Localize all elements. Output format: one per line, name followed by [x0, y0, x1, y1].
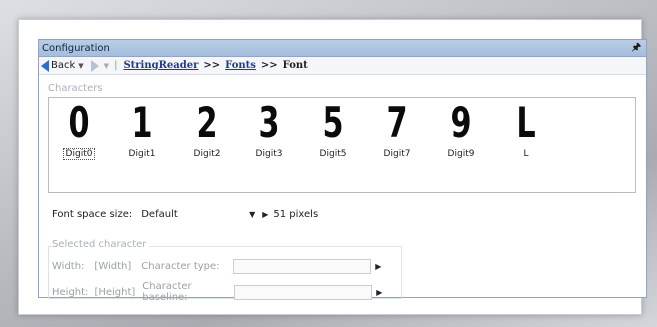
character-label: Digit7	[383, 149, 411, 159]
selected-character-caption: Selected character	[52, 239, 150, 250]
character-type-field[interactable]	[233, 259, 372, 274]
navigation-bar: Back ▼ ▼ | StringReader >> Fonts >> Font	[39, 57, 646, 75]
height-row: Height: [Height] Character baseline: ▶	[52, 281, 387, 303]
character-glyph: 5	[322, 98, 344, 147]
pin-icon[interactable]: 🖈	[632, 40, 641, 57]
width-row: Width: [Width] Character type: ▶	[52, 259, 386, 274]
character-baseline-label: Character baseline:	[142, 281, 192, 303]
character-glyph: 0	[68, 98, 90, 147]
window-frame: Configuration 🖈 Back ▼ ▼ | StringReader >…	[18, 19, 647, 315]
configuration-panel: Configuration 🖈 Back ▼ ▼ | StringReader >…	[38, 39, 647, 303]
character-item[interactable]: 0 Digit0	[54, 100, 104, 160]
font-space-select[interactable]: Default ▼	[138, 207, 259, 222]
font-space-pixels: 51 pixels	[273, 209, 319, 220]
width-value: [Width]	[94, 261, 132, 272]
character-glyph: L	[516, 98, 536, 147]
characters-caption: Characters	[48, 83, 103, 94]
panel-titlebar: Configuration 🖈	[39, 40, 646, 57]
character-label: Digit9	[447, 149, 475, 159]
triangle-right-icon: ▶	[262, 210, 269, 219]
character-label: Digit5	[319, 149, 347, 159]
breadcrumb-separator: >>	[203, 60, 221, 71]
character-glyph: 9	[450, 98, 472, 147]
forward-arrow-icon[interactable]	[90, 59, 99, 72]
character-type-label: Character type:	[141, 261, 220, 272]
character-baseline-field[interactable]	[234, 284, 373, 300]
character-label: Digit3	[255, 149, 283, 159]
breadcrumb-separator: >>	[260, 60, 278, 71]
character-item[interactable]: 2 Digit2	[182, 98, 232, 160]
triangle-right-icon[interactable]: ▶	[375, 262, 381, 271]
character-item[interactable]: 7 Digit7	[372, 98, 422, 160]
font-space-label: Font space size:	[52, 209, 133, 220]
font-space-row: Font space size: Default ▼ ▶ 51 pixels	[52, 207, 318, 222]
characters-list[interactable]: 0 Digit0 1 Digit1 2 Digit2 3 Digit3 5 Digit5 7 Digi…	[48, 97, 636, 193]
panel-title: Configuration	[42, 42, 110, 54]
toolbar-separator: |	[114, 60, 118, 71]
character-label: Digit2	[193, 149, 221, 159]
character-item[interactable]: 3 Digit3	[244, 98, 294, 160]
width-label: Width:	[52, 261, 85, 272]
character-glyph: 7	[386, 98, 408, 147]
character-glyph: 2	[196, 98, 218, 147]
breadcrumb: StringReader >> Fonts >> Font	[123, 60, 307, 71]
character-glyph: 3	[258, 98, 280, 147]
back-button[interactable]: Back	[51, 60, 75, 71]
character-item[interactable]: 9 Digit9	[436, 98, 486, 160]
height-value: [Height]	[94, 286, 136, 298]
character-label: L	[523, 149, 529, 159]
character-item[interactable]: 1 Digit1	[117, 98, 167, 160]
character-item[interactable]: 5 Digit5	[308, 98, 358, 160]
forward-dropdown-icon[interactable]: ▼	[104, 62, 109, 70]
font-space-value: Default	[141, 209, 178, 220]
breadcrumb-link[interactable]: StringReader	[123, 60, 198, 71]
back-arrow-icon[interactable]	[41, 59, 49, 72]
chevron-down-icon: ▼	[249, 210, 256, 219]
character-item[interactable]: LL	[501, 98, 551, 160]
character-label: Digit1	[128, 149, 156, 159]
back-dropdown-icon[interactable]: ▼	[78, 62, 83, 70]
height-label: Height:	[52, 286, 89, 298]
breadcrumb-current: Font	[282, 60, 308, 71]
character-label: Digit0	[62, 148, 96, 160]
triangle-right-icon[interactable]: ▶	[376, 288, 382, 297]
character-glyph: 1	[131, 98, 153, 147]
breadcrumb-link[interactable]: Fonts	[225, 60, 256, 71]
